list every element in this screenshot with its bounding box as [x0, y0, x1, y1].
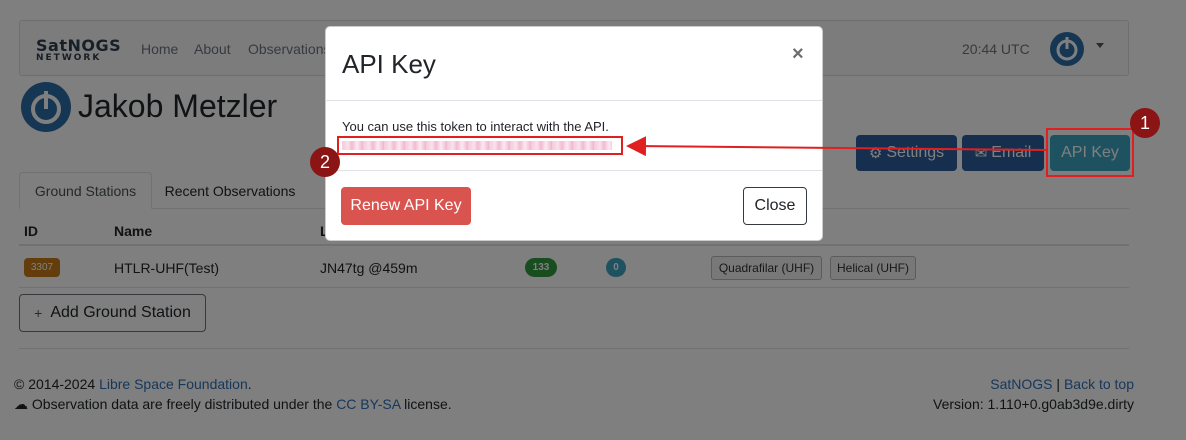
close-icon[interactable]: × — [792, 43, 804, 66]
api-token-description: You can use this token to interact with … — [342, 119, 609, 134]
token-redaction — [342, 141, 612, 150]
step-2-marker: 2 — [310, 147, 340, 177]
api-token-value-redacted[interactable] — [337, 136, 623, 155]
close-button[interactable]: Close — [743, 187, 807, 225]
modal-body: You can use this token to interact with … — [326, 101, 822, 171]
step-1-marker: 1 — [1130, 108, 1160, 138]
renew-api-key-button[interactable]: Renew API Key — [341, 187, 471, 225]
modal-header: API Key × — [326, 27, 822, 101]
api-key-highlight-box — [1046, 128, 1134, 177]
api-key-modal: API Key × You can use this token to inte… — [325, 26, 823, 241]
modal-title: API Key — [342, 49, 436, 79]
